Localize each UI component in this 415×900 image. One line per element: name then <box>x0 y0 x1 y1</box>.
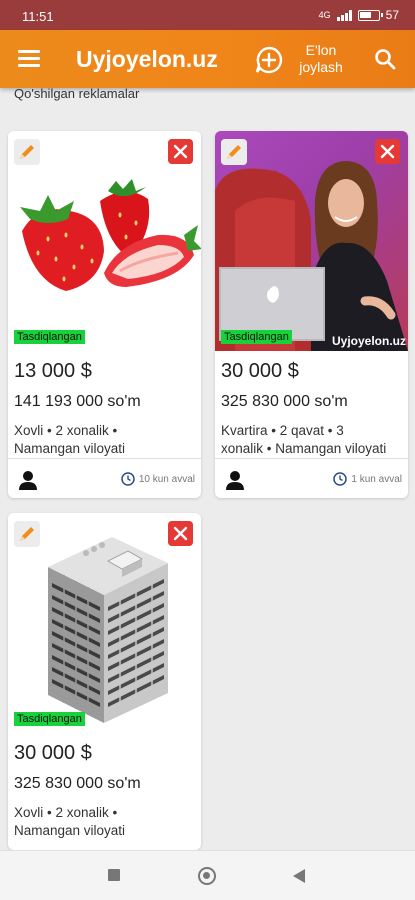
recent-apps-icon[interactable] <box>108 869 120 881</box>
listing-card[interactable]: Tasdiqlangan 30 000 $ 325 830 000 so'm X… <box>8 513 201 850</box>
listing-price: 13 000 $ <box>14 360 92 382</box>
post-label-line2: joylash <box>299 59 343 75</box>
status-bar: 11:51 4G 57 <box>0 0 415 30</box>
details-line1: Xovli • 2 xonalik • <box>14 423 118 438</box>
details-line2: Namangan viloyati <box>14 823 126 838</box>
status-badge: Tasdiqlangan <box>221 330 292 344</box>
status-badge: Tasdiqlangan <box>14 712 85 726</box>
listing-price-som: 325 830 000 so'm <box>221 393 348 410</box>
post-ad-button[interactable]: E'lon joylash <box>292 42 350 76</box>
time-label: 10 kun avval <box>138 473 195 485</box>
battery-level: 57 <box>385 8 399 22</box>
photo-watermark: Uyjoyelon.uz <box>331 334 406 348</box>
status-time: 11:51 <box>22 9 54 24</box>
details-line2: xonalik • Namangan viloyati <box>221 441 387 456</box>
card-footer: 10 kun avval <box>8 458 201 498</box>
listing-price: 30 000 $ <box>14 742 92 764</box>
clock-icon <box>121 472 135 486</box>
listing-time: 1 kun avval <box>333 472 402 486</box>
listing-details: Xovli • 2 xonalik • Namangan viloyati <box>14 422 199 458</box>
app-title: Uyjoyelon.uz <box>76 46 218 72</box>
menu-icon[interactable] <box>18 50 40 68</box>
network-label: 4G <box>318 10 331 20</box>
listing-price-som: 141 193 000 so'm <box>14 393 141 410</box>
add-post-icon[interactable] <box>254 45 284 75</box>
card-footer: 1 kun avval <box>215 458 408 498</box>
back-icon[interactable] <box>293 869 305 883</box>
user-icon[interactable] <box>16 468 40 492</box>
app-bar: Uyjoyelon.uz E'lon joylash <box>0 30 415 88</box>
details-line2: Namangan viloyati <box>14 441 126 456</box>
home-icon[interactable] <box>198 867 216 885</box>
listing-card[interactable]: Tasdiqlangan 13 000 $ 141 193 000 so'm X… <box>8 131 201 498</box>
delete-icon[interactable] <box>168 521 193 546</box>
listing-card[interactable]: Tasdiqlangan Uyjoyelon.uz 30 000 $ 325 8… <box>215 131 408 498</box>
signal-icon <box>336 9 352 21</box>
status-badge: Tasdiqlangan <box>14 330 85 344</box>
listing-price: 30 000 $ <box>221 360 299 382</box>
edit-icon[interactable] <box>221 139 247 165</box>
details-line1: Kvartira • 2 qavat • 3 <box>221 423 344 438</box>
delete-icon[interactable] <box>168 139 193 164</box>
listing-price-som: 325 830 000 so'm <box>14 775 141 792</box>
user-icon[interactable] <box>223 468 247 492</box>
status-indicators: 4G 57 <box>319 8 399 22</box>
edit-icon[interactable] <box>14 521 40 547</box>
listing-details: Xovli • 2 xonalik • Namangan viloyati <box>14 804 199 840</box>
post-label-line1: E'lon <box>305 42 337 58</box>
details-line1: Xovli • 2 xonalik • <box>14 805 118 820</box>
delete-icon[interactable] <box>375 139 400 164</box>
battery-icon <box>357 9 383 21</box>
edit-icon[interactable] <box>14 139 40 165</box>
system-nav-bar <box>0 850 415 900</box>
time-label: 1 kun avval <box>351 473 402 485</box>
clock-icon <box>333 472 348 486</box>
listing-details: Kvartira • 2 qavat • 3 xonalik • Namanga… <box>221 422 406 458</box>
section-title: Qo'shilgan reklamalar <box>14 86 140 101</box>
search-icon[interactable] <box>374 48 396 70</box>
listing-time: 10 kun avval <box>121 472 195 486</box>
